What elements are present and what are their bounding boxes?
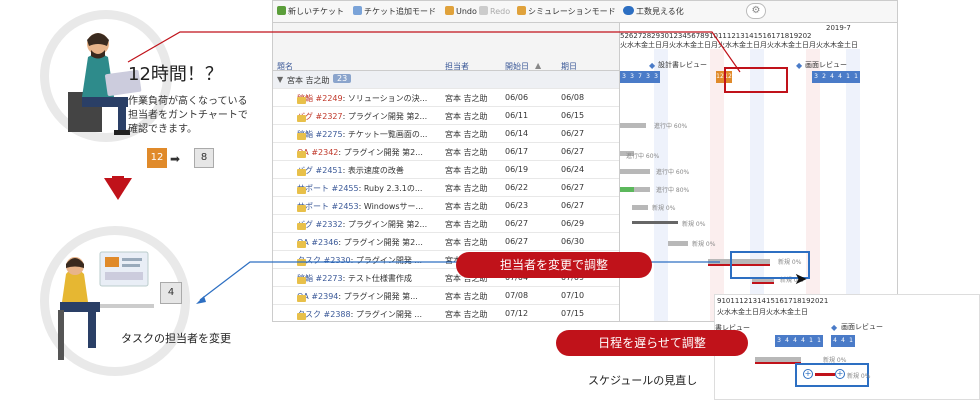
inset-workload-cell: 1 bbox=[815, 335, 823, 347]
inset-days: 9101112131415161718192021 bbox=[717, 297, 829, 305]
inset-status: 新規 0% bbox=[847, 373, 871, 380]
inset-workload-cell: 4 bbox=[791, 335, 799, 347]
inset-gantt: 9101112131415161718192021 火水木金土日月火水木金土日 … bbox=[714, 294, 980, 400]
plus-icon[interactable]: + bbox=[803, 369, 813, 379]
plus-icon[interactable]: + bbox=[835, 369, 845, 379]
milestone-icon: ◆ bbox=[831, 323, 838, 332]
reschedule-caption: スケジュールの見直し bbox=[588, 374, 698, 387]
reassign-callout: 担当者を変更で調整 bbox=[456, 252, 652, 278]
inset-workload-cell: 4 bbox=[799, 335, 807, 347]
inset-workload-cell: 1 bbox=[807, 335, 815, 347]
inset-weekdays: 火水木金土日月火水木金土日 bbox=[717, 308, 808, 316]
inset-bar[interactable] bbox=[815, 373, 835, 376]
inset-workload-cell: 4 bbox=[783, 335, 791, 347]
inset-workload-cell: 4 bbox=[831, 335, 839, 347]
inset-workload-cell: 1 bbox=[847, 335, 855, 347]
inset-workload-row: 344411441 bbox=[715, 335, 979, 347]
inset-workload-cell: 3 bbox=[775, 335, 783, 347]
delay-callout: 日程を遅らせて調整 bbox=[556, 330, 748, 356]
inset-milestone: 画面レビュー bbox=[841, 323, 883, 331]
inset-workload-cell: 4 bbox=[839, 335, 847, 347]
